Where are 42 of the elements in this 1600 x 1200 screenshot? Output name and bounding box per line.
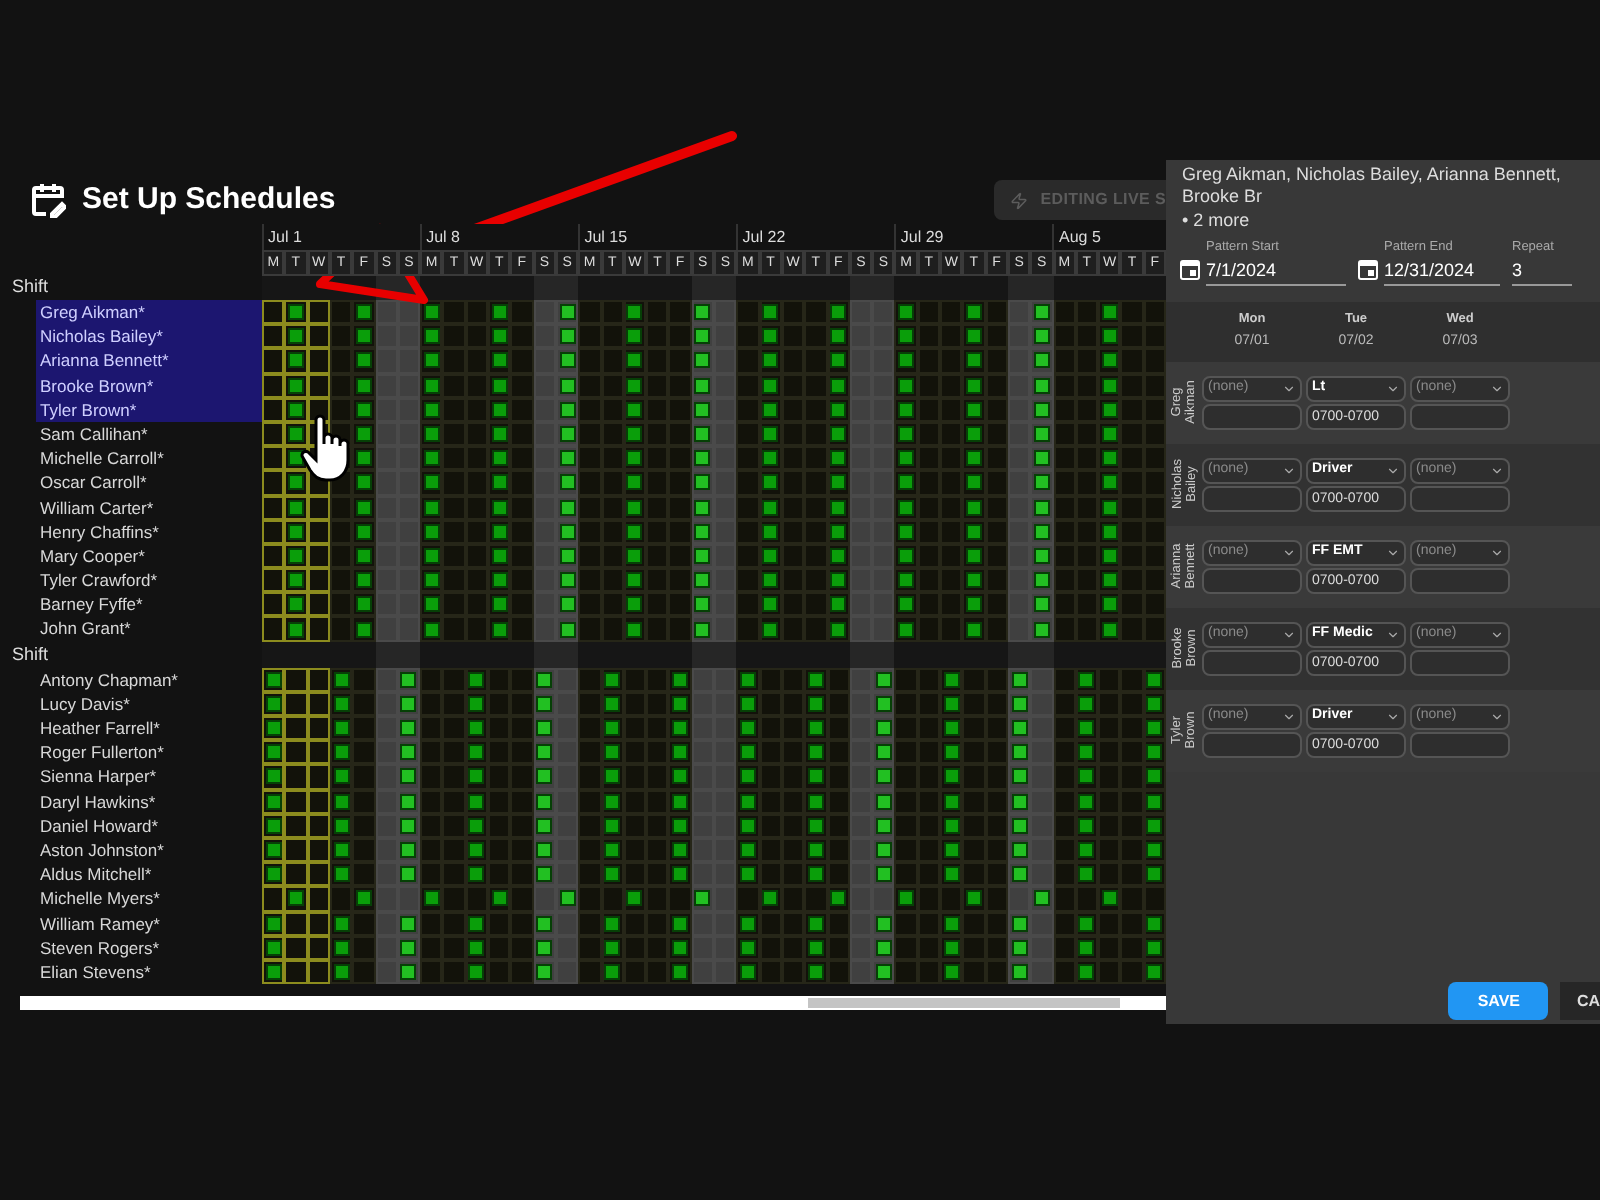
field-input[interactable]: 12/31/2024	[1384, 257, 1500, 286]
person-name[interactable]: Henry Chaffins*	[36, 519, 262, 544]
person-name[interactable]: Tyler Crawford*	[36, 568, 262, 593]
person-name[interactable]: Daniel Howard*	[36, 813, 262, 838]
person-name[interactable]: Nicholas Bailey*	[36, 324, 262, 349]
person-name[interactable]: Daryl Hawkins*	[36, 789, 262, 814]
person-name[interactable]: Mary Cooper*	[36, 543, 262, 569]
person-name[interactable]: Heather Farrell*	[36, 716, 262, 741]
person-name[interactable]: Oscar Carroll*	[36, 470, 262, 495]
person-name[interactable]: Elian Stevens*	[36, 959, 262, 985]
person-name[interactable]: Brooke Brown*	[36, 373, 262, 398]
person-name[interactable]: John Grant*	[36, 616, 262, 642]
person-name[interactable]: Tyler Brown*	[36, 397, 262, 422]
person-name[interactable]: Sienna Harper*	[36, 764, 262, 790]
field-input[interactable]: 7/1/2024	[1206, 257, 1346, 286]
cancel-button[interactable]: CA	[1560, 982, 1600, 1020]
person-name[interactable]: Barney Fyffe*	[36, 592, 262, 617]
group-label: Shift	[12, 276, 49, 298]
field-input[interactable]: 3	[1512, 257, 1572, 286]
week-label: Jul 22	[742, 227, 786, 247]
person-name[interactable]: Aldus Mitchell*	[36, 862, 262, 887]
person-name[interactable]: Steven Rogers*	[36, 935, 262, 960]
person-name[interactable]: Aston Johnston*	[36, 837, 262, 863]
person-name[interactable]: William Ramey*	[36, 911, 262, 936]
week-label: Jul 1	[268, 227, 302, 247]
week-label: Aug 5	[1058, 227, 1101, 247]
person-name[interactable]: Greg Aikman*	[36, 300, 262, 325]
selected-people: Greg Aikman, Nicholas Bailey, Arianna Bennett, Brooke Br	[1180, 162, 1563, 208]
more-people: • 2 more	[1180, 208, 1252, 232]
person-name[interactable]: Sam Callihan*	[36, 421, 262, 447]
person-name[interactable]: William Carter*	[36, 495, 262, 520]
person-name[interactable]: Arianna Bennett*	[36, 348, 262, 374]
person-name[interactable]: Michelle Carroll*	[36, 446, 262, 471]
person-name[interactable]: Lucy Davis*	[36, 691, 262, 716]
week-label: Jul 29	[900, 227, 944, 247]
group-label: Shift	[12, 643, 49, 666]
person-name[interactable]: Roger Fullerton*	[36, 740, 262, 765]
week-label: Jul 8	[426, 227, 460, 247]
week-label: Jul 15	[584, 227, 628, 247]
page-title: Set Up Schedules	[82, 179, 336, 220]
person-name[interactable]: Antony Chapman*	[36, 667, 262, 692]
person-name[interactable]: Michelle Myers*	[36, 886, 262, 911]
